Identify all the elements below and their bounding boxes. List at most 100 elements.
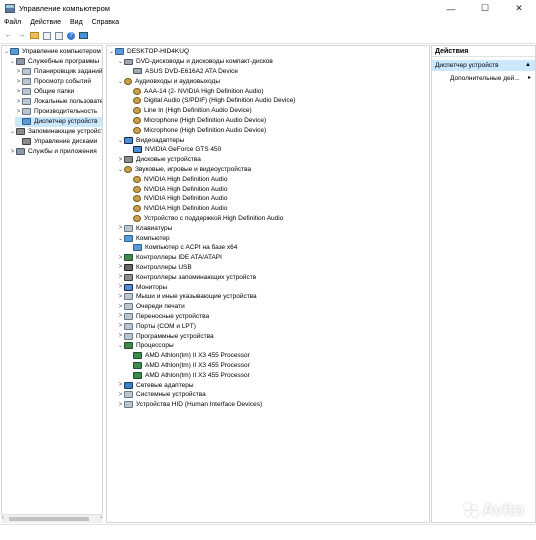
collapsed-arrow-icon[interactable]: > xyxy=(117,157,124,163)
device-tree-item[interactable]: Устройство с поддержкой High Definition … xyxy=(126,214,429,224)
menu-action[interactable]: Действие xyxy=(30,19,61,26)
more-actions-link[interactable]: Дополнительные дей... xyxy=(450,74,520,84)
nav-tree-item[interactable]: Диспетчер устройств xyxy=(15,117,102,127)
menu-view[interactable]: Вид xyxy=(70,19,83,26)
scrollbar-thumb[interactable] xyxy=(9,517,89,521)
expanded-arrow-icon[interactable]: ⌄ xyxy=(117,137,124,144)
nav-tree-item[interactable]: ⌄ Запоминающие устройст xyxy=(9,127,102,137)
monitor-icon[interactable] xyxy=(79,32,88,39)
device-tree-item[interactable]: ⌄ Компьютер xyxy=(117,233,429,243)
device-tree-item[interactable]: NVIDIA GeForce GTS 450 xyxy=(126,145,429,155)
navigation-tree[interactable]: ⌄ Управление компьютером (л ⌄ Служебные про… xyxy=(1,45,103,523)
device-tree-item[interactable]: Microphone (High Definition Audio Device… xyxy=(126,116,429,126)
nav-tree-item[interactable]: > Планировщик заданий xyxy=(15,67,102,77)
device-tree-item[interactable]: > Переносные устройства xyxy=(117,312,429,322)
expanded-arrow-icon[interactable]: ⌄ xyxy=(117,78,124,85)
collapsed-arrow-icon[interactable]: > xyxy=(117,323,124,329)
collapsed-arrow-icon[interactable]: > xyxy=(117,304,124,310)
nav-tree-item[interactable]: > Локальные пользовате xyxy=(15,97,102,107)
device-tree-item[interactable]: > Программные устройства xyxy=(117,331,429,341)
collapsed-arrow-icon[interactable]: > xyxy=(15,69,22,75)
device-tree-item[interactable]: > Порты (COM и LPT) xyxy=(117,321,429,331)
device-tree-item[interactable]: ASUS DVD-E616A2 ATA Device xyxy=(126,67,429,77)
expanded-arrow-icon[interactable]: ⌄ xyxy=(3,48,10,55)
device-tree-item[interactable]: > Клавиатуры xyxy=(117,223,429,233)
device-tree-item[interactable]: AMD Athlon(tm) II X3 455 Processor xyxy=(126,351,429,361)
collapsed-arrow-icon[interactable]: > xyxy=(9,149,16,155)
help-icon[interactable]: ? xyxy=(67,31,75,40)
collapsed-arrow-icon[interactable]: > xyxy=(117,225,124,231)
actions-section-header[interactable]: Диспетчер устройств ▲ xyxy=(432,60,535,71)
collapsed-arrow-icon[interactable]: > xyxy=(117,255,124,261)
collapsed-arrow-icon[interactable]: > xyxy=(15,109,22,115)
device-tree-item[interactable]: NVIDIA High Definition Audio xyxy=(126,194,429,204)
device-tree-item[interactable]: > Контроллеры запоминающих устройств xyxy=(117,272,429,282)
device-tree-item[interactable]: ⌄ Аудиовходы и аудиовыходы xyxy=(117,76,429,86)
minimize-button[interactable]: — xyxy=(434,0,468,17)
expanded-arrow-icon[interactable]: ⌄ xyxy=(117,58,124,65)
nav-tree-item[interactable]: > Просмотр событий xyxy=(15,77,102,87)
expanded-arrow-icon[interactable]: ⌄ xyxy=(117,342,124,349)
nav-tree-item[interactable]: ⌄ Служебные программы xyxy=(9,57,102,67)
maximize-button[interactable]: ☐ xyxy=(468,0,502,17)
nav-tree-item[interactable]: Управление дисками xyxy=(15,137,102,147)
expanded-arrow-icon[interactable]: ⌄ xyxy=(117,235,124,242)
menu-help[interactable]: Справка xyxy=(92,19,119,26)
back-icon[interactable]: ← xyxy=(4,31,13,40)
device-tree-item[interactable]: AMD Athlon(tm) II X3 455 Processor xyxy=(126,361,429,371)
device-tree-item[interactable]: NVIDIA High Definition Audio xyxy=(126,184,429,194)
device-tree-item[interactable]: ⌄ DESKTOP-HID4KUQ xyxy=(108,47,429,57)
device-tree-item[interactable]: ⌄ DVD-дисководы и дисководы компакт-диско… xyxy=(117,57,429,67)
scroll-right-icon[interactable]: › xyxy=(100,515,102,521)
nav-tree-item[interactable]: > Производительность xyxy=(15,107,102,117)
nav-tree-item[interactable]: ⌄ Управление компьютером (л xyxy=(3,47,102,57)
device-tree-item[interactable]: > Мыши и иные указывающие устройства xyxy=(117,292,429,302)
device-tree-item[interactable]: Digital Audio (S/PDIF) (High Definition … xyxy=(126,96,429,106)
device-tree-item[interactable]: NVIDIA High Definition Audio xyxy=(126,174,429,184)
collapsed-arrow-icon[interactable]: > xyxy=(117,313,124,319)
expanded-arrow-icon[interactable]: ⌄ xyxy=(117,166,124,173)
device-tree-item[interactable]: > Контроллеры USB xyxy=(117,263,429,273)
device-tree-item[interactable]: ⌄ Видеоадаптеры xyxy=(117,135,429,145)
collapsed-arrow-icon[interactable]: > xyxy=(117,274,124,280)
device-tree-item[interactable]: > Устройства HID (Human Interface Devices… xyxy=(117,400,429,410)
device-tree-item[interactable]: > Мониторы xyxy=(117,282,429,292)
close-button[interactable]: ✕ xyxy=(502,0,536,17)
collapse-arrow-icon[interactable]: ▲ xyxy=(525,60,531,71)
nav-tree-item[interactable]: > Общие папки xyxy=(15,87,102,97)
collapsed-arrow-icon[interactable]: > xyxy=(117,264,124,270)
collapsed-arrow-icon[interactable]: > xyxy=(117,402,124,408)
collapsed-arrow-icon[interactable]: > xyxy=(117,392,124,398)
show-hide-tree-icon[interactable] xyxy=(43,31,51,40)
device-tree-item[interactable]: AAA-14 (2- NVIDIA High Definition Audio) xyxy=(126,86,429,96)
device-tree-item[interactable]: Line In (High Definition Audio Device) xyxy=(126,106,429,116)
device-tree-item[interactable]: > Сетевые адаптеры xyxy=(117,380,429,390)
device-tree-item[interactable]: Компьютер с ACPI на базе x64 xyxy=(126,243,429,253)
collapsed-arrow-icon[interactable]: > xyxy=(15,79,22,85)
menu-file[interactable]: Файл xyxy=(4,19,21,26)
forward-icon[interactable]: → xyxy=(17,31,26,40)
device-tree-item[interactable]: NVIDIA High Definition Audio xyxy=(126,204,429,214)
properties-icon[interactable] xyxy=(55,31,63,40)
device-tree-item[interactable]: > Системные устройства xyxy=(117,390,429,400)
device-tree-item[interactable]: Microphone (High Definition Audio Device… xyxy=(126,125,429,135)
collapsed-arrow-icon[interactable]: > xyxy=(117,333,124,339)
device-tree[interactable]: ⌄ DESKTOP-HID4KUQ ⌄ DVD-дисководы и дисково… xyxy=(106,45,430,523)
collapsed-arrow-icon[interactable]: > xyxy=(117,382,124,388)
expanded-arrow-icon[interactable]: ⌄ xyxy=(9,58,16,65)
collapsed-arrow-icon[interactable]: > xyxy=(117,284,124,290)
up-folder-icon[interactable] xyxy=(30,32,39,39)
device-tree-item[interactable]: > Дисковые устройства xyxy=(117,155,429,165)
expanded-arrow-icon[interactable]: ⌄ xyxy=(108,48,115,55)
horizontal-scrollbar[interactable]: ‹ › xyxy=(1,514,103,523)
device-tree-item[interactable]: > Очереди печати xyxy=(117,302,429,312)
collapsed-arrow-icon[interactable]: > xyxy=(117,294,124,300)
nav-tree-item[interactable]: > Службы и приложения xyxy=(9,147,102,157)
device-tree-item[interactable]: AMD Athlon(tm) II X3 455 Processor xyxy=(126,370,429,380)
collapsed-arrow-icon[interactable]: > xyxy=(15,89,22,95)
device-tree-item[interactable]: ⌄ Процессоры xyxy=(117,341,429,351)
device-tree-item[interactable]: ⌄ Звуковые, игровые и видеоустройства xyxy=(117,165,429,175)
collapsed-arrow-icon[interactable]: > xyxy=(15,99,22,105)
scroll-left-icon[interactable]: ‹ xyxy=(2,515,4,521)
expanded-arrow-icon[interactable]: ⌄ xyxy=(9,128,16,135)
